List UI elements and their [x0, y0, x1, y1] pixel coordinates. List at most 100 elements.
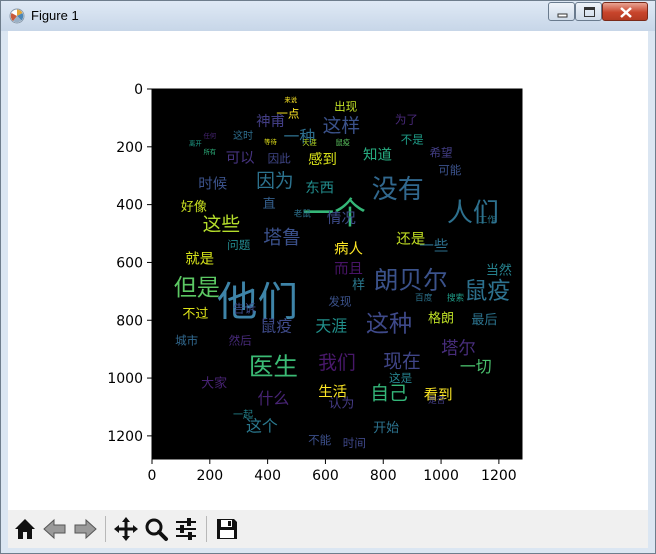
cloud-word: 就是 — [185, 251, 214, 268]
cloud-word: 城市 — [175, 333, 198, 347]
cloud-word: 一起 — [233, 409, 253, 421]
cloud-word: 发现 — [328, 294, 352, 308]
toolbar-separator — [105, 516, 106, 542]
cloud-word: 没有 — [372, 175, 424, 205]
cloud-word: 百度 — [415, 292, 433, 304]
cloud-word: 医生 — [249, 352, 298, 381]
cloud-word: 自己 — [370, 382, 408, 404]
cloud-word: 鼠疫 — [336, 138, 350, 147]
close-icon — [620, 7, 632, 18]
x-tick-label: 1000 — [423, 468, 459, 484]
x-tick-label: 200 — [196, 468, 223, 484]
configure-subplots-button[interactable] — [172, 515, 200, 543]
y-tick-label: 600 — [116, 255, 143, 271]
move-icon — [114, 517, 138, 541]
cloud-word: 为了 — [395, 112, 418, 126]
cloud-word: 这是 — [389, 371, 413, 385]
cloud-word: 所有 — [203, 147, 216, 156]
cloud-word: 认为 — [328, 397, 354, 412]
magnifier-icon — [145, 518, 168, 541]
save-button[interactable] — [213, 515, 241, 543]
cloud-word: 情况 — [327, 210, 356, 227]
cloud-word: 样 — [352, 278, 365, 293]
cloud-word: 搜索 — [447, 292, 465, 304]
cloud-word: 还是 — [396, 230, 425, 247]
y-tick-label: 1200 — [107, 429, 143, 445]
cloud-word: 离开 — [189, 138, 202, 147]
cloud-word: 任何 — [203, 131, 216, 140]
cloud-word: 塔鲁 — [263, 226, 301, 248]
cloud-word: 朗贝尔 — [374, 265, 448, 294]
cloud-word: 这样 — [323, 115, 361, 137]
x-tick-label: 0 — [148, 468, 157, 484]
cloud-word: 鼠疫 — [464, 278, 510, 304]
navigation-toolbar — [8, 510, 648, 548]
back-arrow-icon — [43, 518, 66, 540]
x-tick-label: 400 — [254, 468, 281, 484]
cloud-word: 因此 — [268, 151, 292, 165]
maximize-icon — [584, 7, 595, 17]
cloud-word: 来说 — [284, 95, 297, 104]
y-tick-label: 800 — [116, 313, 143, 329]
cloud-word: 时候 — [198, 175, 227, 192]
forward-button[interactable] — [71, 515, 99, 543]
home-icon — [15, 519, 35, 539]
maximize-button[interactable] — [575, 2, 602, 21]
minimize-icon — [557, 13, 568, 18]
back-button[interactable] — [41, 515, 69, 543]
cloud-word: 这些 — [203, 213, 241, 235]
floppy-disk-icon — [217, 519, 237, 539]
cloud-word: 一切 — [460, 357, 492, 376]
minimize-button[interactable] — [548, 2, 575, 21]
cloud-word: 等待 — [264, 137, 277, 146]
cloud-word: 老鼠 — [294, 208, 312, 220]
cloud-word: 是否 — [428, 395, 446, 406]
cloud-word: 最后 — [471, 313, 497, 328]
cloud-word: 天涯 — [302, 138, 316, 147]
cloud-word: 不是 — [401, 133, 425, 147]
y-tick-label: 1000 — [107, 371, 143, 387]
cloud-word: 什么 — [258, 389, 290, 408]
cloud-word: 而且 — [334, 262, 363, 278]
cloud-word: 不过 — [182, 307, 208, 322]
matplotlib-app-icon — [9, 8, 25, 24]
cloud-word: 工作 — [479, 214, 497, 226]
cloud-word: 现在 — [383, 351, 421, 373]
title-bar[interactable]: Figure 1 — [1, 1, 655, 31]
toolbar-separator — [206, 516, 207, 542]
close-button[interactable] — [602, 2, 648, 21]
cloud-word: 格朗 — [428, 310, 454, 326]
cloud-word: 希望 — [430, 146, 453, 160]
x-tick-label: 800 — [370, 468, 397, 484]
cloud-word: 告诉 — [233, 302, 256, 316]
cloud-word: 问题 — [227, 238, 251, 252]
x-tick-label: 1200 — [481, 468, 517, 484]
y-tick-label: 200 — [116, 140, 143, 156]
cloud-word: 开始 — [373, 421, 399, 436]
cloud-word: 因为 — [256, 170, 294, 192]
sliders-icon — [176, 518, 196, 540]
cloud-word: 好像 — [181, 200, 207, 215]
cloud-word: 一点 — [276, 107, 299, 121]
home-button[interactable] — [11, 515, 39, 543]
cloud-word: 当然 — [486, 263, 512, 279]
figure-canvas[interactable]: 他们 一个 没有 人们 朗贝尔 但是 医生 这种 鼠疫 这样 因为 这些 塔鲁 我们 现在 自己 塔尔 一切 什么这… — [8, 31, 648, 510]
cloud-word: 东西 — [305, 180, 334, 197]
cloud-word: 我们 — [318, 352, 356, 374]
wordcloud-plot: 他们一个没有人们朗贝尔但是医生这种鼠疫这样因为这些塔鲁我们 现在自己塔尔一切什么这… — [107, 82, 523, 484]
cloud-word: 大家 — [201, 375, 227, 391]
zoom-button[interactable] — [142, 515, 170, 543]
cloud-word: 不能 — [308, 433, 332, 447]
cloud-word: 时间 — [343, 436, 366, 450]
cloud-word: 直 — [263, 197, 276, 212]
cloud-word: 然后 — [229, 333, 253, 347]
cloud-word: 出现 — [334, 99, 358, 113]
x-tick-label: 600 — [312, 468, 339, 484]
y-tick-label: 400 — [116, 198, 143, 214]
cloud-word: 但是 — [174, 275, 220, 301]
y-tick-label: 0 — [134, 82, 143, 98]
cloud-word: 病人 — [334, 240, 363, 257]
cloud-word: 天涯 — [315, 317, 347, 336]
cloud-word: 知道 — [363, 146, 392, 163]
pan-button[interactable] — [112, 515, 140, 543]
